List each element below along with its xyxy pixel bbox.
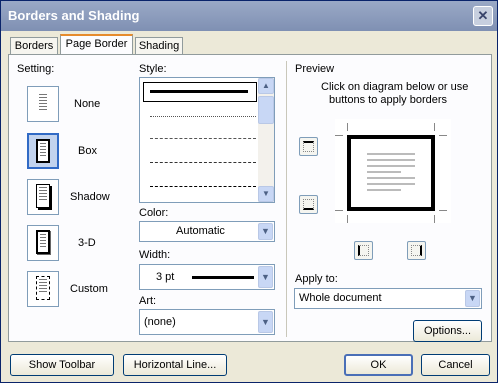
tab-shading[interactable]: Shading bbox=[135, 37, 183, 55]
tab-borders[interactable]: Borders bbox=[10, 37, 58, 55]
ok-button[interactable]: OK bbox=[344, 354, 413, 376]
color-dropdown[interactable]: Automatic ▼ bbox=[139, 221, 275, 242]
dialog-title: Borders and Shading bbox=[8, 8, 140, 23]
preview-diagram[interactable] bbox=[335, 119, 451, 223]
apply-to-dropdown[interactable]: Whole document ▼ bbox=[294, 288, 482, 309]
borders-and-shading-dialog: Borders and Shading ✕ Borders Page Borde… bbox=[0, 0, 498, 383]
tab-page-border[interactable]: Page Border bbox=[60, 34, 133, 55]
left-border-button[interactable] bbox=[354, 241, 373, 260]
setting-custom-icon[interactable] bbox=[27, 271, 59, 307]
style-option-dash-small[interactable] bbox=[150, 138, 256, 139]
setting-3d-label[interactable]: 3-D bbox=[78, 237, 96, 249]
bottom-border-button[interactable] bbox=[299, 195, 318, 214]
width-dropdown[interactable]: 3 pt ▼ bbox=[139, 264, 275, 290]
art-heading: Art: bbox=[139, 295, 157, 307]
style-list-scrollbar[interactable]: ▲ ▼ bbox=[258, 78, 274, 202]
chevron-down-icon[interactable]: ▼ bbox=[465, 290, 480, 307]
show-toolbar-button[interactable]: Show Toolbar bbox=[10, 354, 114, 376]
style-option-selected[interactable] bbox=[143, 82, 257, 102]
scroll-thumb[interactable] bbox=[258, 96, 274, 124]
art-dropdown[interactable]: (none) ▼ bbox=[139, 309, 275, 335]
width-heading: Width: bbox=[139, 249, 171, 261]
setting-shadow-icon[interactable] bbox=[27, 179, 59, 215]
cancel-button[interactable]: Cancel bbox=[421, 354, 490, 376]
style-option-dash-dot[interactable] bbox=[150, 186, 256, 187]
border-top-icon bbox=[303, 141, 314, 152]
close-button[interactable]: ✕ bbox=[473, 6, 493, 26]
setting-none-label[interactable]: None bbox=[74, 98, 100, 110]
setting-heading: Setting: bbox=[17, 63, 55, 75]
preview-heading: Preview bbox=[295, 63, 335, 75]
options-button[interactable]: Options... bbox=[413, 320, 482, 342]
style-option-dotted[interactable] bbox=[150, 116, 256, 117]
column-divider bbox=[286, 61, 287, 337]
horizontal-line-button[interactable]: Horizontal Line... bbox=[123, 354, 227, 376]
apply-to-heading: Apply to: bbox=[295, 273, 338, 285]
width-line-sample bbox=[192, 276, 254, 279]
chevron-down-icon[interactable]: ▼ bbox=[258, 266, 273, 288]
width-value: 3 pt bbox=[156, 271, 175, 283]
border-left-icon bbox=[358, 245, 369, 256]
setting-custom-label[interactable]: Custom bbox=[70, 283, 108, 295]
top-border-button[interactable] bbox=[299, 137, 318, 156]
chevron-down-icon[interactable]: ▼ bbox=[258, 311, 273, 333]
apply-to-value: Whole document bbox=[299, 292, 382, 304]
border-right-icon bbox=[411, 245, 422, 256]
right-border-button[interactable] bbox=[407, 241, 426, 260]
preview-hint-line1: Click on diagram below or use bbox=[321, 81, 469, 93]
style-list[interactable]: ▲ ▼ bbox=[139, 77, 275, 203]
border-bottom-icon bbox=[303, 199, 314, 210]
scroll-down-icon[interactable]: ▼ bbox=[258, 186, 274, 202]
close-icon: ✕ bbox=[477, 8, 489, 23]
color-heading: Color: bbox=[139, 207, 169, 219]
preview-hint-line2: buttons to apply borders bbox=[329, 94, 448, 106]
scroll-up-icon[interactable]: ▲ bbox=[258, 78, 274, 94]
style-heading: Style: bbox=[139, 63, 167, 75]
setting-box-label[interactable]: Box bbox=[78, 145, 97, 157]
preview-page-border[interactable] bbox=[347, 135, 435, 211]
art-value: (none) bbox=[144, 316, 176, 328]
setting-none-icon[interactable] bbox=[27, 86, 59, 122]
title-bar: Borders and Shading ✕ bbox=[1, 1, 497, 31]
chevron-down-icon[interactable]: ▼ bbox=[258, 223, 273, 240]
setting-shadow-label[interactable]: Shadow bbox=[70, 191, 110, 203]
color-value: Automatic bbox=[176, 225, 225, 237]
setting-box-icon[interactable] bbox=[27, 133, 59, 169]
style-option-dashed[interactable] bbox=[150, 162, 256, 163]
setting-3d-icon[interactable] bbox=[27, 225, 59, 261]
